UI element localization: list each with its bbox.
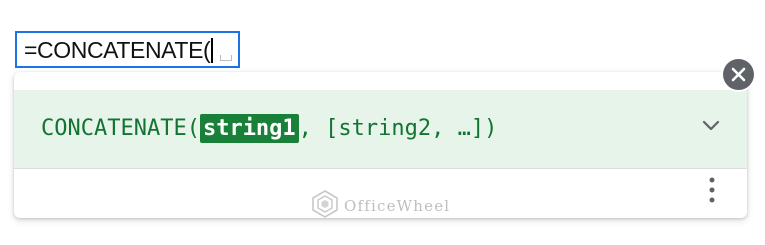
function-name: CONCATENATE( bbox=[41, 116, 200, 141]
text-caret bbox=[211, 38, 214, 63]
function-signature-header[interactable]: CONCATENATE(string1, [string2, …]) bbox=[14, 90, 747, 168]
watermark-text: OfficeWheel bbox=[344, 197, 451, 215]
active-argument: string1 bbox=[199, 114, 299, 143]
close-icon bbox=[731, 67, 746, 82]
formula-input-cell[interactable]: =CONCATENATE( bbox=[15, 31, 240, 68]
chevron-down-icon[interactable] bbox=[701, 119, 721, 133]
officewheel-logo-icon bbox=[312, 190, 338, 218]
cell-resize-marker bbox=[220, 55, 232, 61]
more-vert-icon[interactable] bbox=[709, 176, 715, 204]
function-signature: CONCATENATE(string1, [string2, …]) bbox=[41, 112, 497, 146]
remaining-arguments: , [string2, …]) bbox=[298, 116, 498, 141]
formula-text: =CONCATENATE( bbox=[24, 37, 214, 64]
popup-divider bbox=[14, 168, 747, 169]
close-button[interactable] bbox=[723, 59, 754, 90]
